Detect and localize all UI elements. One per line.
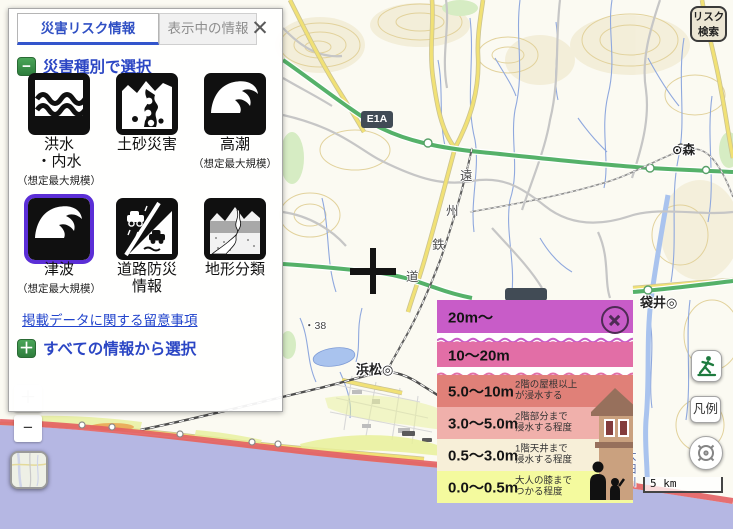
tile-label: 高潮 bbox=[220, 136, 250, 153]
tile-landform[interactable]: 地形分類 bbox=[191, 198, 279, 296]
tile-tsunami-selected[interactable]: 津波 （想定最大規模） bbox=[15, 198, 103, 296]
legend-toggle-button[interactable]: 凡例 bbox=[690, 396, 721, 423]
section-all-info: ＋ すべての情報から選択 bbox=[17, 337, 196, 359]
tile-storm-surge[interactable]: 高潮 （想定最大規模） bbox=[191, 73, 279, 188]
expand-icon[interactable]: ＋ bbox=[17, 339, 36, 358]
map-scale-bar: 5 km bbox=[643, 477, 723, 493]
legend-value: 3.0～5.0m bbox=[448, 413, 518, 434]
legend-value: 10～20m bbox=[448, 344, 510, 365]
legend-row: 0.0～0.5m 大人の膝までつかる程度 bbox=[437, 471, 633, 503]
storm-surge-icon bbox=[204, 73, 266, 135]
hazard-map-app: E1A 浜松◎ 袋井◎ ⊙森 ・38 遠 州 鉄 道 太田川 ＋ − 災害リスク… bbox=[0, 0, 733, 529]
tile-road-disaster[interactable]: 道路防災 情報 bbox=[103, 198, 191, 296]
tile-label: 土砂災害 bbox=[117, 136, 177, 153]
legend-desc: 2階の屋根以上が浸水する bbox=[515, 380, 589, 403]
running-person-icon bbox=[695, 354, 719, 378]
tile-label-2: 情報 bbox=[132, 278, 162, 295]
tile-note: （想定最大規模） bbox=[17, 281, 101, 296]
legend-row: 5.0～10m 2階の屋根以上が浸水する bbox=[437, 375, 633, 407]
compass-icon bbox=[694, 441, 718, 465]
wave-separator bbox=[437, 333, 633, 342]
tile-label: 地形分類 bbox=[205, 261, 265, 278]
tab-disaster-risk-info[interactable]: 災害リスク情報 bbox=[17, 13, 159, 45]
tab-displayed-info[interactable]: 表示中の情報 bbox=[159, 13, 257, 45]
legend-row: 20m～ bbox=[437, 300, 633, 333]
legend-desc: 1階天井まで浸水する程度 bbox=[515, 444, 589, 467]
close-icon[interactable]: ✕ bbox=[248, 17, 272, 41]
risk-search-button[interactable]: リスク 検索 bbox=[690, 6, 727, 42]
tile-label: 道路防災 bbox=[117, 261, 177, 278]
expressway-shield: E1A bbox=[361, 111, 393, 128]
section-title: すべての情報から選択 bbox=[43, 337, 196, 359]
flood-icon bbox=[28, 73, 90, 135]
tsunami-depth-legend: 20m～ 10～20m 5.0～10m 2階の屋根以上が浸水する 3.0～5.0… bbox=[437, 300, 633, 503]
tile-landslide[interactable]: 土砂災害 bbox=[103, 73, 191, 188]
data-notes-link[interactable]: 掲載データに関する留意事項 bbox=[22, 309, 198, 329]
tile-label-2: ・内水 bbox=[36, 153, 81, 170]
tile-label: 津波 bbox=[44, 261, 74, 278]
tile-label: 洪水 bbox=[44, 136, 74, 153]
legend-row: 3.0～5.0m 2階部分まで浸水する程度 bbox=[437, 407, 633, 439]
tile-note: （想定最大規模） bbox=[17, 173, 101, 188]
disaster-risk-panel: 災害リスク情報 表示中の情報 ✕ − 災害種別で選択 洪水 ・内水 （想定最大規… bbox=[8, 8, 283, 412]
landslide-icon bbox=[116, 73, 178, 135]
legend-value: 20m～ bbox=[448, 306, 493, 327]
legend-value: 0.0～0.5m bbox=[448, 477, 518, 498]
legend-row: 0.5～3.0m 1階天井まで浸水する程度 bbox=[437, 439, 633, 471]
legend-value: 5.0～10m bbox=[448, 381, 514, 402]
risk-search-label-2: 検索 bbox=[698, 26, 719, 38]
minimap-button[interactable] bbox=[10, 451, 48, 489]
legend-value: 0.5～3.0m bbox=[448, 445, 518, 466]
legend-close-icon[interactable] bbox=[601, 306, 629, 334]
legend-desc: 大人の膝までつかる程度 bbox=[515, 476, 589, 499]
legend-row: 10～20m bbox=[437, 342, 633, 367]
location-compass-button[interactable] bbox=[689, 436, 723, 470]
risk-search-label: リスク bbox=[693, 11, 725, 23]
zoom-out-button[interactable]: − bbox=[14, 415, 42, 442]
legend-desc: 2階部分まで浸水する程度 bbox=[515, 412, 589, 435]
landform-icon bbox=[204, 198, 266, 260]
wave-separator bbox=[437, 367, 633, 375]
tsunami-icon bbox=[24, 194, 94, 264]
tile-flood[interactable]: 洪水 ・内水 （想定最大規模） bbox=[15, 73, 103, 188]
road-disaster-icon bbox=[116, 198, 178, 260]
evacuation-tool-button[interactable] bbox=[691, 350, 722, 382]
tile-note: （想定最大規模） bbox=[193, 156, 277, 171]
minimap-thumbnail bbox=[12, 453, 46, 487]
